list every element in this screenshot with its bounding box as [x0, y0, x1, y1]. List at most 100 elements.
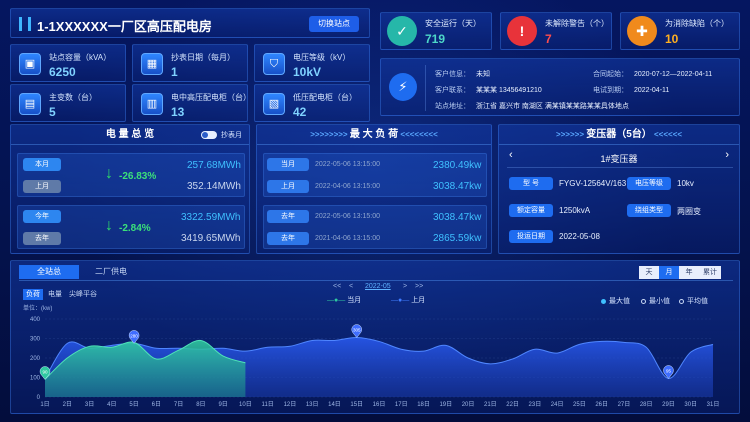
current-year-date: 2022-05-06 13:15:00 [315, 213, 380, 220]
data-marker-label: 95 [666, 368, 672, 373]
y-tick-label: 300 [30, 337, 41, 343]
previous-month-pill: 上月 [23, 180, 61, 193]
arrow-down-icon: ↓ [105, 217, 113, 234]
y-tick-label: 200 [30, 356, 41, 362]
capacity-value: 1250kvA [559, 206, 591, 215]
hv-cabinet-icon: ▥ [141, 93, 163, 115]
capacity-label: 额定容量 [509, 204, 553, 217]
section-title: >>>>>>>> 最 大 负 荷 <<<<<<<< [257, 125, 491, 145]
switch-station-button[interactable]: 切换站点 [309, 16, 359, 32]
kpi-voltage: ⛉ 电压等级（kV） 10kV [254, 44, 370, 82]
data-marker-label: 305 [353, 328, 361, 333]
page-title: 1-1XXXXXX一厂区高压配电房 [37, 19, 212, 34]
x-tick-label: 9日 [218, 401, 227, 408]
energy-overview-panel: 电 量 总 览 抄表月 本月 上月 ↓ -26.83% 257.68MWh 35… [10, 124, 250, 254]
x-tick-label: 27日 [618, 401, 631, 408]
title-bar: 1-1XXXXXX一厂区高压配电房 切换站点 [10, 8, 370, 38]
x-tick-label: 1日 [40, 401, 49, 408]
kpi-value: 42 [293, 105, 307, 119]
previous-year-energy: 3419.65MWh [181, 233, 241, 244]
contract-row: 合同起始： 2020-07-12—2022-04-11 [593, 71, 713, 78]
x-tick-label: 3日 [85, 401, 94, 408]
divider [507, 167, 733, 168]
current-year-pill: 今年 [23, 210, 61, 223]
kpi-label: 电压等级（kV） [293, 53, 351, 62]
voltage-label: 电压等级 [627, 177, 671, 190]
kpi-label: 低压配电柜（台） [293, 93, 357, 102]
x-tick-label: 30日 [684, 401, 697, 408]
current-month-energy: 257.68MWh [187, 160, 241, 171]
stat-label: 未解除警告（个） [545, 19, 609, 28]
shield-icon: ✓ [387, 16, 417, 46]
meter-month-toggle[interactable] [201, 131, 217, 139]
transformer-icon: ▤ [19, 93, 41, 115]
x-tick-label: 21日 [484, 401, 497, 408]
stat-value: 10 [665, 32, 679, 46]
x-tick-label: 10日 [239, 401, 252, 408]
x-tick-label: 16日 [373, 401, 386, 408]
kpi-value: 5 [49, 105, 56, 119]
x-tick-label: 19日 [439, 401, 452, 408]
x-tick-label: 11日 [262, 401, 274, 408]
y-tick-label: 400 [30, 317, 41, 323]
x-tick-label: 23日 [529, 401, 542, 408]
kpi-lv-cabinets: ▧ 低压配电柜（台） 42 [254, 84, 370, 122]
divider [425, 65, 426, 111]
x-tick-label: 4日 [107, 401, 116, 408]
year-change-pct: -2.84% [119, 223, 151, 234]
current-month-load: 2380.49kw [433, 160, 482, 171]
x-tick-label: 7日 [174, 401, 183, 408]
x-tick-label: 29日 [662, 401, 675, 408]
x-tick-label: 17日 [395, 401, 408, 408]
current-month-pill: 当月 [267, 158, 309, 171]
previous-month-energy: 352.14MWh [187, 181, 241, 192]
calendar-icon: ▦ [141, 53, 163, 75]
x-tick-label: 18日 [417, 401, 430, 408]
current-month-pill: 本月 [23, 158, 61, 171]
customer-info-row: 客户信息： 未知 [435, 71, 490, 78]
x-tick-label: 15日 [350, 401, 363, 408]
stat-label: 安全运行（天） [425, 19, 481, 28]
x-tick-label: 12日 [284, 401, 297, 408]
y-tick-label: 0 [37, 395, 41, 401]
current-year-pill: 去年 [267, 210, 309, 223]
voltage-icon: ⛉ [263, 53, 285, 75]
model-label: 型 号 [509, 177, 553, 190]
puzzle-icon: ✚ [627, 16, 657, 46]
kpi-label: 抄表日期（每月） [171, 53, 235, 62]
transformer-name: 1#变压器 [600, 154, 638, 164]
kpi-capacity: ▣ 站点容量（kVA） 6250 [10, 44, 126, 82]
load-chart-panel: 全站总 二厂供电 负荷 电量 尖峰平谷 天 月 年 累计 << < 2022-0… [10, 260, 740, 414]
previous-month-load: 3038.47kw [433, 181, 482, 192]
voltage-value: 10kv [677, 179, 694, 188]
previous-year-pill: 去年 [23, 232, 61, 245]
section-title: >>>>>> 变压器（5台） <<<<<< [499, 125, 739, 145]
x-tick-label: 22日 [506, 401, 519, 408]
previous-year-load: 2865.59kw [433, 233, 482, 244]
x-tick-label: 13日 [306, 401, 319, 408]
kpi-value: 10kV [293, 65, 322, 79]
stat-label: 为消除缺陷（个） [665, 19, 729, 28]
y-tick-label: 100 [30, 376, 41, 382]
previous-month-date: 2022-04-06 13:15:00 [315, 183, 380, 190]
stat-safe-days: ✓ 安全运行（天） 719 [380, 12, 492, 50]
test-expire-row: 电试到期： 2022-04-11 [593, 87, 670, 94]
x-tick-label: 28日 [640, 401, 653, 408]
x-tick-label: 26日 [595, 401, 608, 408]
max-load-panel: >>>>>>>> 最 大 负 荷 <<<<<<<< 当月 上月 2022-05-… [256, 124, 492, 254]
x-tick-label: 20日 [462, 401, 475, 408]
month-change-pct: -26.83% [119, 171, 157, 182]
x-tick-label: 31日 [707, 401, 720, 408]
capacity-icon: ▣ [19, 53, 41, 75]
x-tick-label: 24日 [551, 401, 564, 408]
lv-cabinet-icon: ▧ [263, 93, 285, 115]
x-tick-label: 14日 [328, 401, 341, 408]
kpi-label: 站点容量（kVA） [49, 53, 112, 62]
station-address-row: 站点地址： 浙江省 嘉兴市 南湖区 满某镇某某路某某具体地点 [435, 103, 629, 110]
station-icon [19, 17, 31, 31]
kpi-value: 13 [171, 105, 185, 119]
kpi-label: 主变数（台） [49, 93, 97, 102]
warning-icon: ! [507, 16, 537, 46]
toggle-label: 抄表月 [221, 132, 242, 139]
previous-year-date: 2021-04-06 13:15:00 [315, 235, 380, 242]
